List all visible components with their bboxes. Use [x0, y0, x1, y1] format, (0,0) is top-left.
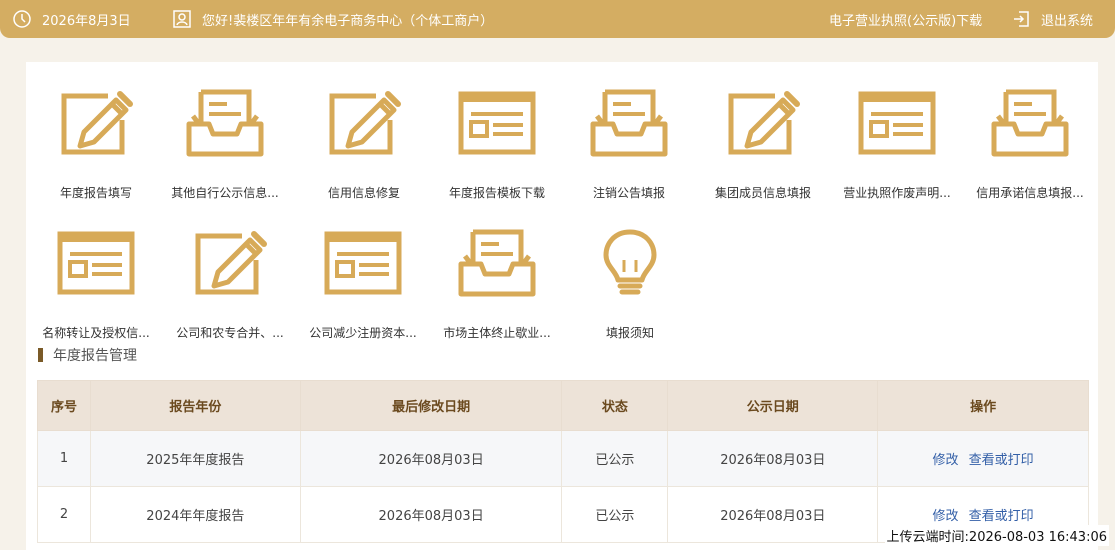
template-window-icon [56, 228, 136, 298]
tile-name-transfer[interactable]: 名称转让及授权信... [36, 228, 156, 340]
tile-credit-repair[interactable]: 信用信息修复 [304, 88, 424, 200]
tile-license-void[interactable]: 营业执照作废声明... [837, 88, 957, 200]
tile-label: 市场主体终止歇业... [443, 326, 551, 340]
pencil-form-icon [190, 228, 270, 298]
annual-report-table: 序号 报告年份 最后修改日期 状态 公示日期 操作 1 2025年年度报告 20… [37, 380, 1089, 543]
cell-modified: 2026年08月03日 [299, 430, 563, 487]
tile-label: 营业执照作废声明... [843, 186, 951, 200]
section-title-text: 年度报告管理 [53, 348, 137, 364]
tile-label: 年度报告填写 [59, 186, 132, 200]
upload-timestamp: 上传云端时间:2026-08-03 16:43:06 [884, 525, 1109, 546]
cell-status: 已公示 [561, 486, 669, 543]
template-window-icon [323, 228, 403, 298]
edit-link[interactable]: 修改 [933, 509, 959, 524]
tile-cancellation-notice[interactable]: 注销公告填报 [569, 88, 689, 200]
cell-year: 2025年年度报告 [89, 430, 301, 487]
license-download-link[interactable]: 电子营业执照(公示版)下载 [829, 0, 982, 38]
tile-capital-reduction[interactable]: 公司减少注册资本... [303, 228, 423, 340]
tile-label: 名称转让及授权信... [42, 326, 150, 340]
column-header: 操作 [877, 380, 1089, 431]
column-header: 序号 [37, 380, 91, 431]
section-marker [38, 348, 43, 362]
cell-status: 已公示 [561, 430, 669, 487]
tile-label: 填报须知 [605, 326, 654, 340]
view-print-link[interactable]: 查看或打印 [969, 453, 1034, 468]
tile-template-download[interactable]: 年度报告模板下载 [437, 88, 557, 200]
greeting-text: 您好!裴楼区年年有余电子商务中心（个体工商户） [202, 13, 494, 29]
date-text: 2026年8月3日 [42, 13, 131, 29]
logout-button[interactable]: 退出系统 [1011, 0, 1093, 38]
edit-link[interactable]: 修改 [933, 453, 959, 468]
inbox-tray-icon [990, 88, 1070, 158]
section-title: 年度报告管理 [38, 346, 137, 364]
tile-business-suspension[interactable]: 市场主体终止歇业... [437, 228, 557, 340]
inbox-tray-icon [185, 88, 265, 158]
inbox-tray-icon [457, 228, 537, 298]
user-icon [172, 9, 192, 29]
logout-label: 退出系统 [1041, 13, 1094, 29]
cell-year: 2024年年度报告 [89, 486, 301, 543]
table-row: 1 2025年年度报告 2026年08月03日 已公示 2026年08月03日 … [37, 430, 1089, 487]
tile-label: 公司减少注册资本... [309, 326, 417, 340]
tile-credit-commitment[interactable]: 信用承诺信息填报... [970, 88, 1090, 200]
tile-label: 集团成员信息填报 [714, 186, 811, 200]
license-download-label: 电子营业执照(公示版)下载 [829, 13, 983, 29]
lightbulb-icon [590, 228, 670, 298]
column-header: 公示日期 [667, 380, 879, 431]
pencil-form-icon [324, 88, 404, 158]
column-header: 状态 [561, 380, 669, 431]
tile-label: 信用承诺信息填报... [976, 186, 1084, 200]
cell-actions: 修改 查看或打印 [877, 430, 1089, 487]
view-print-link[interactable]: 查看或打印 [969, 509, 1034, 524]
tile-annual-report-fill[interactable]: 年度报告填写 [36, 88, 156, 200]
column-header: 最后修改日期 [299, 380, 563, 431]
table-header-row: 序号 报告年份 最后修改日期 状态 公示日期 操作 [37, 380, 1089, 431]
cell-index: 2 [37, 486, 91, 543]
tile-company-merge[interactable]: 公司和农专合并、... [170, 228, 290, 340]
tile-label: 其他自行公示信息... [171, 186, 279, 200]
cell-modified: 2026年08月03日 [299, 486, 563, 543]
cell-index: 1 [37, 430, 91, 487]
tile-group-member[interactable]: 集团成员信息填报 [703, 88, 823, 200]
tile-label: 信用信息修复 [327, 186, 400, 200]
template-window-icon [857, 88, 937, 158]
template-window-icon [457, 88, 537, 158]
user-greeting: 您好!裴楼区年年有余电子商务中心（个体工商户） [172, 0, 493, 38]
tile-label: 注销公告填报 [592, 186, 665, 200]
tile-label: 公司和农专合并、... [176, 326, 284, 340]
cell-published: 2026年08月03日 [667, 430, 879, 487]
pencil-form-icon [723, 88, 803, 158]
pencil-form-icon [56, 88, 136, 158]
tile-other-disclosure[interactable]: 其他自行公示信息... [165, 88, 285, 200]
tile-label: 年度报告模板下载 [448, 186, 545, 200]
date-display: 2026年8月3日 [12, 0, 131, 38]
column-header: 报告年份 [89, 380, 301, 431]
top-bar: 2026年8月3日 您好!裴楼区年年有余电子商务中心（个体工商户） 电子营业执照… [0, 0, 1115, 38]
logout-icon [1011, 9, 1031, 29]
inbox-tray-icon [589, 88, 669, 158]
tile-filing-instructions[interactable]: 填报须知 [570, 228, 690, 340]
clock-icon [12, 9, 32, 29]
cell-published: 2026年08月03日 [667, 486, 879, 543]
